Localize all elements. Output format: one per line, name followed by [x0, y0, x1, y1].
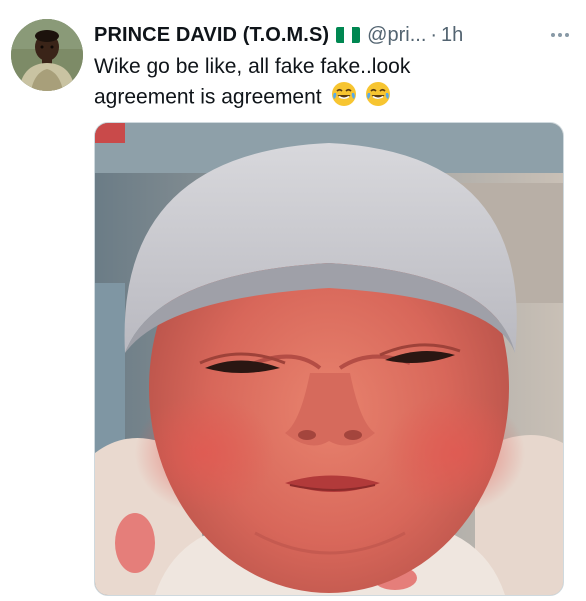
- tweet-text-line-2: agreement is agreement: [94, 85, 322, 109]
- tweet-photo[interactable]: [94, 122, 564, 596]
- tweet-card[interactable]: PRINCE DAVID (T.O.M.S) @pri... · 1h Wike…: [0, 0, 586, 601]
- timestamp[interactable]: 1h: [441, 24, 463, 47]
- tweet-text-line-2-wrap: agreement is agreement: [94, 81, 564, 115]
- nigeria-flag-icon: [336, 27, 361, 43]
- tweet-header: PRINCE DAVID (T.O.M.S) @pri... · 1h: [94, 20, 572, 50]
- more-horizontal-icon[interactable]: [548, 26, 572, 44]
- avatar[interactable]: [11, 19, 83, 91]
- display-name[interactable]: PRINCE DAVID (T.O.M.S): [94, 24, 329, 47]
- tweet-text-line-1: Wike go be like, all fake fake..look: [94, 55, 411, 78]
- face-with-tears-of-joy-icon: [365, 81, 391, 115]
- tweet-text: Wike go be like, all fake fake..look agr…: [94, 52, 564, 115]
- user-handle[interactable]: @pri...: [367, 24, 426, 47]
- emoji-row: [331, 81, 393, 115]
- separator-dot: ·: [430, 23, 438, 46]
- face-with-tears-of-joy-icon: [331, 81, 357, 115]
